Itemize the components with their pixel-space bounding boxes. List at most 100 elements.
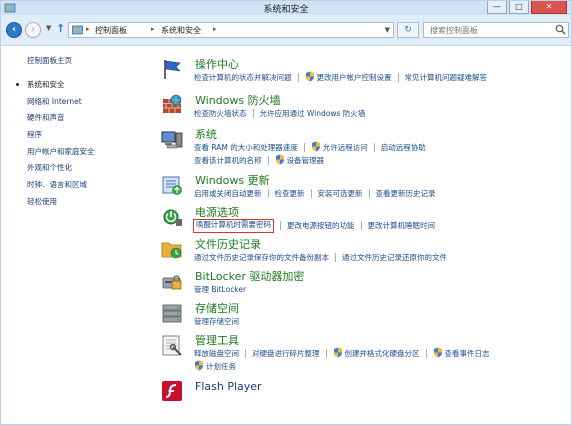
close-button[interactable]: ✕ (531, 1, 567, 14)
sidebar-item-hardware[interactable]: 硬件和声音 (27, 112, 65, 123)
title-bar: 系统和安全 — □ ✕ (1, 1, 571, 15)
divider (280, 221, 281, 230)
recent-pages-dropdown-icon[interactable]: ▼ (46, 24, 51, 32)
uac-shield-icon (275, 154, 284, 165)
chevron-right-icon[interactable]: ▸ (213, 25, 217, 33)
link-partition[interactable]: 创建并格式化硬盘分区 (345, 347, 420, 359)
link-auto-update[interactable]: 启用或关闭自动更新 (194, 187, 262, 199)
link-allow-app[interactable]: 允许应用通过 Windows 防火墙 (260, 107, 366, 119)
link-device-manager[interactable]: 设备管理器 (287, 154, 325, 166)
search-icon[interactable] (555, 24, 566, 35)
link-view-ram[interactable]: 查看 RAM 的大小和处理器速度 (194, 141, 298, 153)
minimize-button[interactable]: — (487, 1, 507, 14)
back-button[interactable]: ‹ (6, 22, 22, 38)
link-firewall-status[interactable]: 检查防火墙状态 (194, 107, 247, 119)
category-title[interactable]: Windows 防火墙 (195, 92, 281, 108)
chevron-right-icon[interactable]: ▸ (151, 25, 155, 33)
computer-icon[interactable] (161, 128, 183, 150)
link-troubleshoot[interactable]: 常见计算机问题疑难解答 (405, 71, 488, 83)
control-panel-icon (72, 25, 83, 35)
admin-tools-icon[interactable] (161, 334, 183, 356)
category-title[interactable]: BitLocker 驱动器加密 (195, 268, 304, 284)
uac-shield-icon (311, 141, 320, 152)
bitlocker-icon[interactable] (161, 270, 183, 292)
link-remote-assistance[interactable]: 启动远程协助 (381, 141, 426, 153)
category-title[interactable]: 文件历史记录 (195, 236, 261, 252)
divider (303, 143, 305, 152)
chevron-right-icon[interactable]: ▸ (86, 25, 90, 33)
sidebar-item-home[interactable]: 控制面板主页 (27, 55, 72, 66)
divider (360, 221, 362, 230)
file-history-icon[interactable] (161, 238, 183, 260)
main-content: 操作中心 检查计算机的状态并解决问题 更改用户帐户控制设置 常见计算机问题疑难解答 … (151, 46, 571, 424)
sidebar-item-appearance[interactable]: 外观和个性化 (27, 162, 72, 173)
forward-button[interactable]: › (25, 22, 41, 38)
category-title[interactable]: 系统 (195, 126, 217, 142)
link-manage-storage[interactable]: 管理存储空间 (194, 315, 239, 327)
uac-shield-icon (433, 347, 442, 358)
update-icon[interactable] (161, 174, 183, 196)
category-title[interactable]: Windows 更新 (195, 172, 270, 188)
sidebar-item-ease-of-access[interactable]: 轻松使用 (27, 196, 57, 207)
link-computer-name[interactable]: 查看该计算机的名称 (194, 154, 262, 166)
divider (425, 349, 427, 358)
link-require-password-on-wake[interactable]: 唤醒计算机时需要密码 (193, 219, 274, 233)
power-icon[interactable] (161, 206, 183, 228)
link-backup-files[interactable]: 通过文件历史记录保存你的文件备份副本 (194, 251, 329, 263)
link-manage-bitlocker[interactable]: 管理 BitLocker (194, 283, 246, 295)
divider (252, 109, 254, 118)
window-title: 系统和安全 (263, 5, 309, 15)
divider (325, 349, 327, 358)
uac-shield-icon (305, 71, 314, 82)
up-arrow-icon[interactable]: ↑ (56, 22, 65, 35)
uac-shield-icon (195, 360, 203, 371)
address-bar[interactable]: ▸ 控制面板 ▸ 系统和安全 ▸ ▼ (68, 22, 394, 38)
category-title[interactable]: 操作中心 (195, 56, 239, 72)
flag-icon[interactable] (161, 58, 183, 80)
navigation-bar: ‹ › ▼ ↑ ▸ 控制面板 ▸ 系统和安全 ▸ ▼ ↻ (1, 15, 571, 46)
link-disk-cleanup[interactable]: 释放磁盘空间 (194, 347, 239, 359)
divider (245, 349, 246, 358)
link-uac-settings[interactable]: 更改用户帐户控制设置 (317, 71, 392, 83)
category-title[interactable]: 管理工具 (195, 332, 239, 348)
link-check-status[interactable]: 检查计算机的状态并解决问题 (194, 71, 292, 83)
category-title[interactable]: 电源选项 (195, 204, 239, 220)
category-title[interactable]: Flash Player (195, 380, 262, 393)
refresh-button[interactable]: ↻ (397, 22, 419, 38)
divider (267, 189, 269, 198)
current-item-bullet (16, 83, 19, 86)
link-sleep-time[interactable]: 更改计算机睡眠时间 (368, 219, 436, 231)
link-power-button[interactable]: 更改电源按钮的功能 (287, 219, 355, 231)
divider (267, 156, 269, 165)
chevron-down-icon[interactable]: ▼ (385, 26, 390, 34)
link-defragment[interactable]: 对硬盘进行碎片整理 (252, 347, 320, 359)
link-optional-updates[interactable]: 安装可选更新 (318, 187, 363, 199)
sidebar-item-system-security: 系统和安全 (27, 80, 65, 89)
link-remote-access[interactable]: 允许远程访问 (323, 141, 368, 153)
sidebar-item-clock-region[interactable]: 时钟、语言和区域 (27, 179, 87, 190)
left-navigation-pane: 控制面板主页 系统和安全 网络和 Internet 硬件和声音 程序 用户帐户和… (1, 46, 151, 424)
link-check-updates[interactable]: 检查更新 (275, 187, 305, 199)
storage-icon[interactable] (161, 302, 183, 324)
link-event-log[interactable]: 查看事件日志 (445, 347, 490, 359)
divider (335, 253, 336, 262)
divider (368, 189, 370, 198)
sidebar-item-user-accounts[interactable]: 用户帐户和家庭安全 (27, 146, 95, 157)
link-restore-files[interactable]: 通过文件历史记录还原你的文件 (342, 251, 447, 263)
firewall-icon[interactable] (161, 94, 183, 116)
sidebar-item-programs[interactable]: 程序 (27, 129, 42, 140)
divider (297, 73, 299, 82)
link-task-scheduler[interactable]: 计划任务 (206, 360, 236, 372)
divider (397, 73, 399, 82)
control-panel-window: 系统和安全 — □ ✕ ‹ › ▼ ↑ ▸ 控制面板 ▸ 系统和安全 ▸ ▼ ↻ (0, 0, 572, 425)
breadcrumb-control-panel[interactable]: 控制面板 (95, 25, 127, 36)
breadcrumb-system-security[interactable]: 系统和安全 (161, 25, 201, 36)
category-title[interactable]: 存储空间 (195, 300, 239, 316)
link-update-history[interactable]: 查看更新历史记录 (376, 187, 436, 199)
sidebar-item-network[interactable]: 网络和 Internet (27, 96, 82, 107)
flash-icon[interactable] (161, 380, 183, 402)
maximize-button[interactable]: □ (509, 1, 529, 14)
divider (310, 189, 312, 198)
uac-shield-icon (333, 347, 342, 358)
search-input[interactable] (423, 22, 569, 38)
